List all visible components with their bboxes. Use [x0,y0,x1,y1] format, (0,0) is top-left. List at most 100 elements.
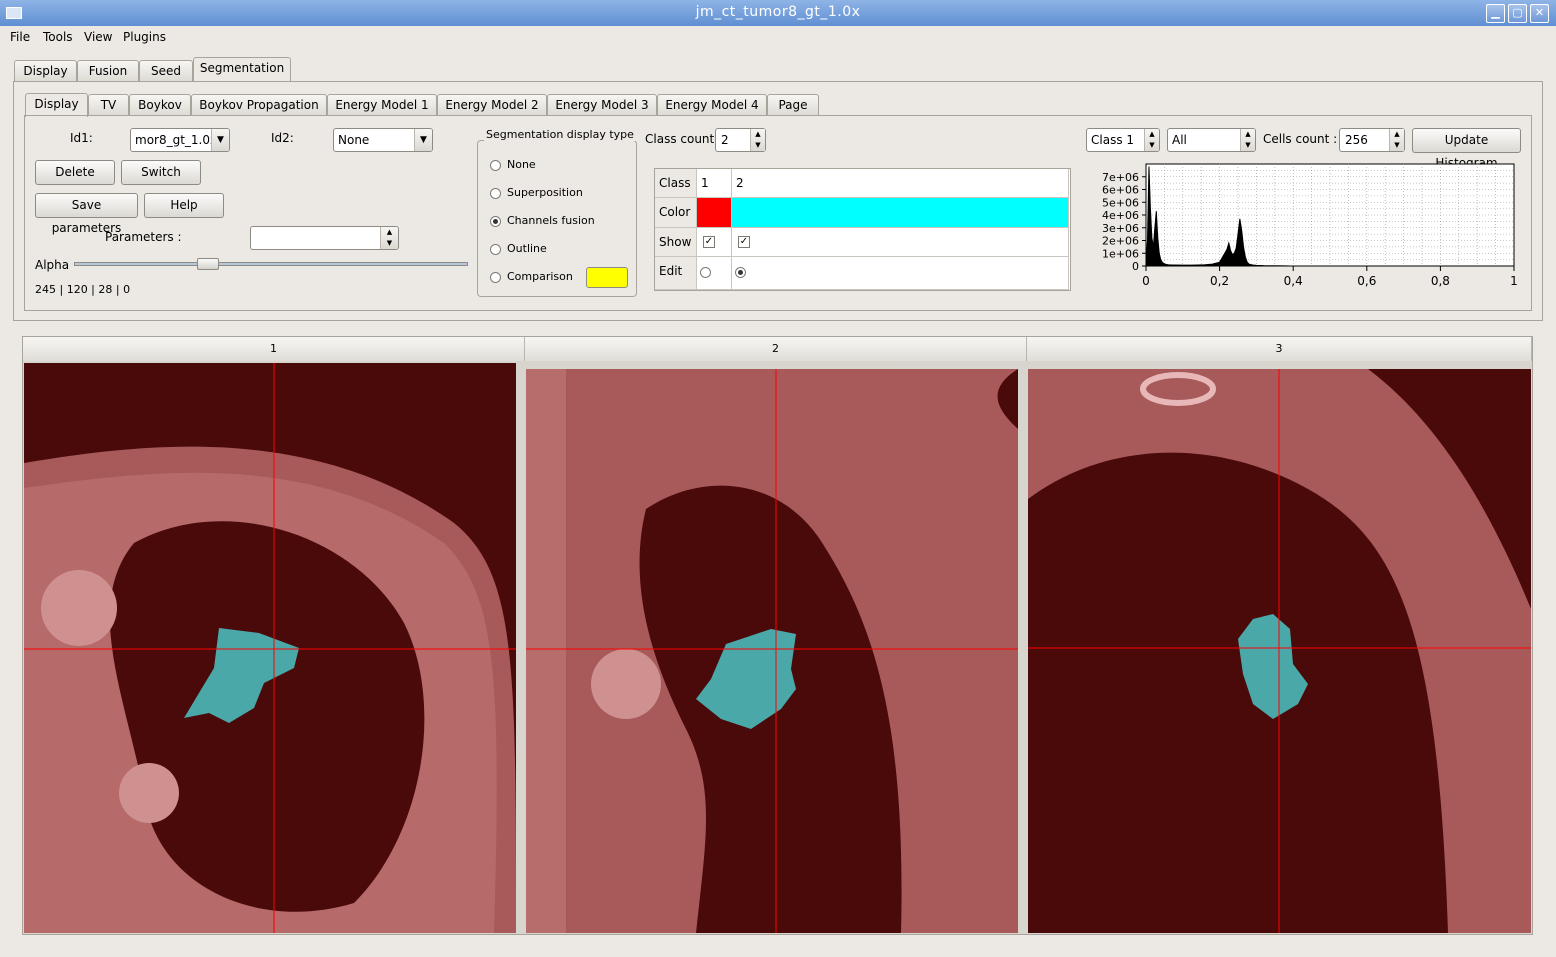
histogram-class-value: Class 1 [1091,133,1135,147]
radio-comparison-label: Comparison [507,270,573,283]
tab-fusion[interactable]: Fusion [77,60,139,81]
id2-value: None [338,133,370,147]
alpha-label: Alpha [35,258,70,272]
histogram-chart: 0 0,2 0,4 0,6 0,8 101e+062e+063e+064e+065e+06… [1102,163,1518,288]
save-parameters-button[interactable]: Save parameters [35,193,138,235]
histogram-range-combo[interactable]: All ▲ ▼ [1167,128,1256,152]
subtab-energy-model-1[interactable]: Energy Model 1 [327,94,437,115]
title-bar: jm_ct_tumor8_gt_1.0x ▁ ▢ ✕ [0,0,1556,26]
help-button[interactable]: Help [144,193,224,218]
switch-button[interactable]: Switch [121,160,201,185]
updown-icon: ▲ ▼ [1144,129,1159,151]
class-1-show-checkbox[interactable]: ✓ [703,236,715,248]
subtab-display[interactable]: Display [25,93,88,117]
class-1-color[interactable] [697,198,732,228]
row-label-color: Color [655,198,697,228]
radio-none[interactable] [490,160,501,171]
cells-count-label: Cells count : [1263,132,1338,146]
chevron-down-icon: ▼ [211,129,229,151]
x-tick-label: 1 [1510,274,1518,288]
subtab-page[interactable]: Page [767,94,819,115]
menu-view[interactable]: View [84,30,112,44]
radio-channels-fusion[interactable] [490,216,501,227]
radio-none-label: None [507,158,536,171]
class-count-spinbox[interactable]: 2 ▲ ▼ [715,128,766,152]
comparison-color-button[interactable] [586,267,628,288]
menu-plugins[interactable]: Plugins [123,30,166,44]
id1-label: Id1: [70,131,93,145]
x-tick-label: 0,6 [1357,274,1376,288]
y-tick-label: 6e+06 [1102,184,1139,197]
id1-combo[interactable]: mor8_gt_1.0x ▼ [130,128,230,152]
tab-display[interactable]: Display [14,60,77,81]
delete-button[interactable]: Delete [35,160,115,185]
y-tick-label: 2e+06 [1102,235,1139,248]
maximize-button[interactable]: ▢ [1508,4,1527,23]
view-header-2: 2 [525,337,1027,361]
subtab-boykov[interactable]: Boykov [129,94,191,115]
view-header-3: 3 [1027,337,1532,361]
subtab-energy-model-4[interactable]: Energy Model 4 [657,94,767,115]
x-tick-label: 0,4 [1284,274,1303,288]
menu-file[interactable]: File [10,30,30,44]
pixel-readout: 245 | 120 | 28 | 0 [35,283,131,296]
subtab-energy-model-2[interactable]: Energy Model 2 [437,94,547,115]
subtab-energy-model-3[interactable]: Energy Model 3 [547,94,657,115]
view-coronal[interactable] [526,369,1018,933]
spin-arrows-icon[interactable]: ▲ ▼ [1389,129,1404,151]
aorta [41,570,117,646]
vessel [119,763,179,823]
alpha-slider-track[interactable] [74,262,468,266]
radio-comparison[interactable] [490,272,501,283]
histogram-range-value: All [1172,133,1187,147]
x-tick-label: 0 [1142,274,1150,288]
y-tick-label: 4e+06 [1102,209,1139,222]
chevron-down-icon: ▼ [414,129,432,151]
view-header-1: 1 [23,337,525,361]
close-button[interactable]: ✕ [1530,4,1549,23]
histogram-class-combo[interactable]: Class 1 ▲ ▼ [1086,128,1160,152]
view-axial[interactable] [24,363,516,933]
parameters-combo[interactable]: ▲ ▼ [250,226,399,250]
menu-tools[interactable]: Tools [43,30,73,44]
radio-superposition-label: Superposition [507,186,583,199]
cells-count-spinbox[interactable]: 256 ▲ ▼ [1339,128,1405,152]
minimize-button[interactable]: ▁ [1486,4,1505,23]
updown-icon: ▲ ▼ [380,227,398,249]
spine [526,369,566,933]
radio-outline[interactable] [490,244,501,255]
y-tick-label: 0 [1132,260,1139,273]
id2-label: Id2: [271,131,294,145]
menu-bar: File Tools View Plugins [0,26,1556,48]
updown-icon: ▲ ▼ [1240,129,1255,151]
id2-combo[interactable]: None ▼ [333,128,433,152]
row-label-show: Show [655,228,697,257]
class-count-label: Class count [645,132,715,146]
radio-superposition[interactable] [490,188,501,199]
class-2-id: 2 [732,169,1069,198]
y-tick-label: 5e+06 [1102,196,1139,209]
subtab-boykov-propagation[interactable]: Boykov Propagation [191,94,327,115]
row-label-class: Class [655,169,697,198]
alpha-slider-handle[interactable] [196,258,219,270]
class-2-show-checkbox[interactable]: ✓ [738,236,750,248]
class-2-color[interactable] [732,198,1069,228]
aorta [591,649,661,719]
id1-value: mor8_gt_1.0x [135,133,218,147]
row-label-edit: Edit [655,257,697,290]
class-1-edit-radio[interactable] [700,267,711,278]
view-sagittal[interactable] [1028,369,1531,933]
x-tick-label: 0,2 [1210,274,1229,288]
x-tick-label: 0,8 [1431,274,1450,288]
tab-segmentation[interactable]: Segmentation [193,57,291,81]
cells-count-value: 256 [1345,133,1368,147]
subtab-tv[interactable]: TV [88,94,129,115]
class-2-edit-radio[interactable] [735,267,746,278]
tab-seed[interactable]: Seed [139,60,193,81]
spin-arrows-icon[interactable]: ▲ ▼ [750,129,765,151]
class-2-edit-cell [732,257,1069,290]
window-title: jm_ct_tumor8_gt_1.0x [695,4,861,20]
radio-outline-label: Outline [507,242,547,255]
update-histogram-button[interactable]: Update Histogram [1412,128,1521,170]
y-tick-label: 3e+06 [1102,222,1139,235]
